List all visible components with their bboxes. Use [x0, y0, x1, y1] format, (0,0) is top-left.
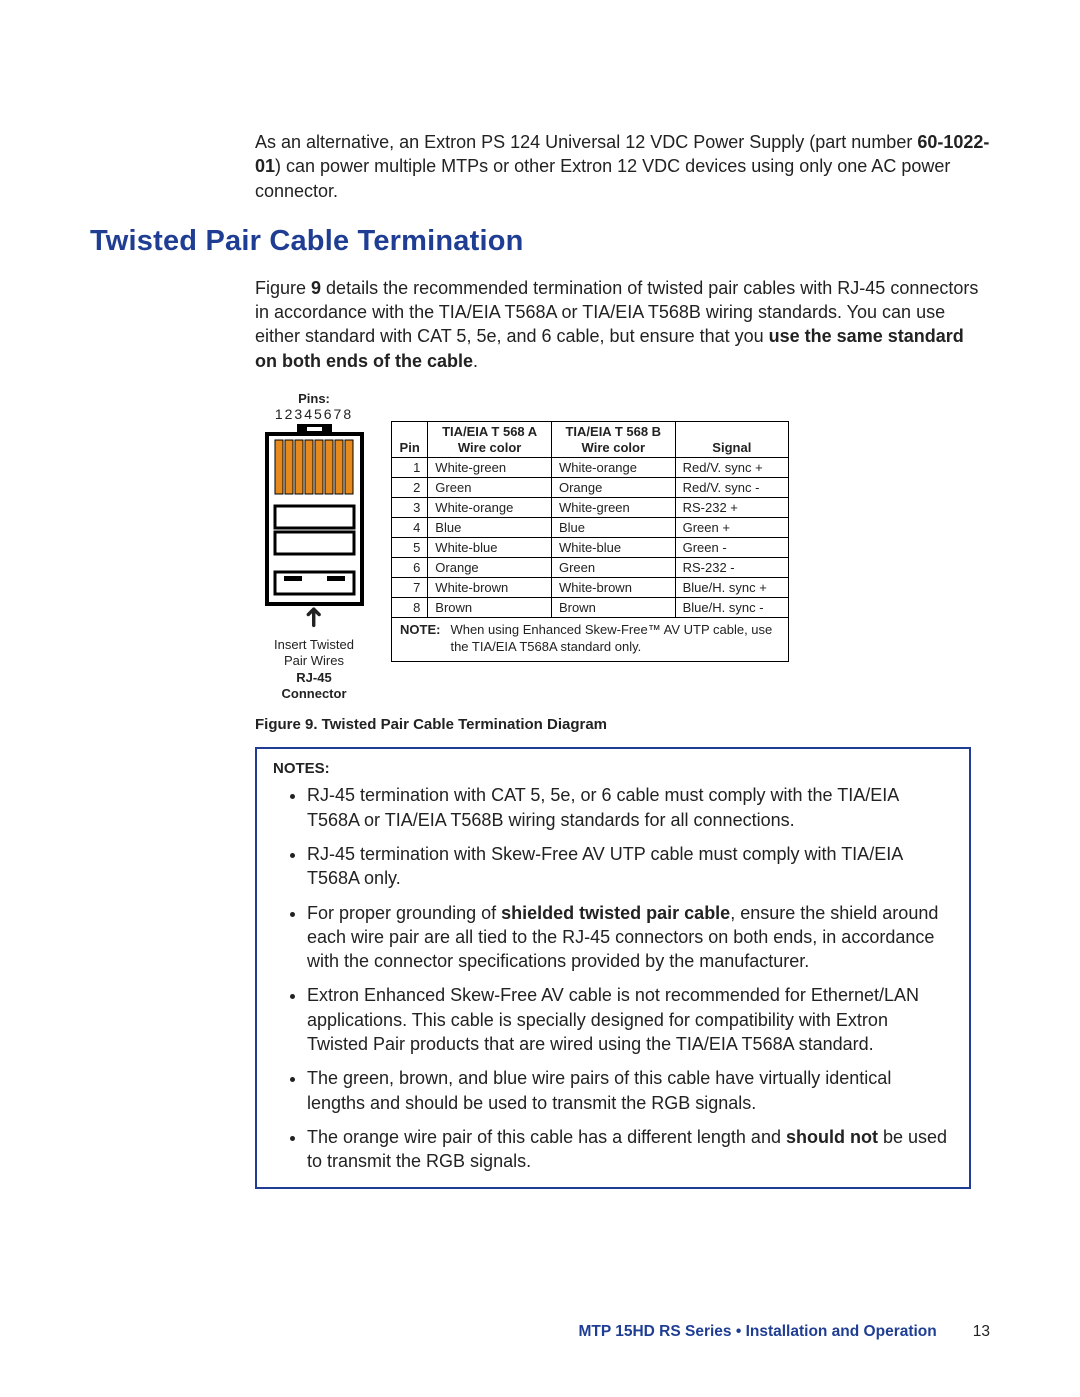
- rj45-icon: [262, 424, 367, 609]
- cell-signal: Blue/H. sync +: [675, 578, 788, 598]
- notes-box: NOTES: RJ-45 termination with CAT 5, 5e,…: [255, 747, 971, 1189]
- cell-568a: Brown: [428, 598, 552, 618]
- th-signal: Signal: [675, 422, 788, 458]
- cell-568b: Brown: [551, 598, 675, 618]
- list-item: The green, brown, and blue wire pairs of…: [307, 1066, 953, 1115]
- table-note-label: NOTE:: [400, 622, 440, 655]
- table-row: 2GreenOrangeRed/V. sync -: [392, 478, 789, 498]
- table-row: 1White-greenWhite-orangeRed/V. sync +: [392, 458, 789, 478]
- cell-568a: Blue: [428, 518, 552, 538]
- cell-pin: 8: [392, 598, 428, 618]
- intro-paragraph: As an alternative, an Extron PS 124 Univ…: [255, 130, 990, 203]
- table-note-text: When using Enhanced Skew-Free™ AV UTP ca…: [450, 622, 780, 655]
- footer-page-number: 13: [973, 1323, 990, 1341]
- figure-caption: Figure 9. Twisted Pair Cable Termination…: [255, 716, 990, 733]
- section-intro: Figure 9 details the recommended termina…: [255, 276, 990, 373]
- table-row: 7White-brownWhite-brownBlue/H. sync +: [392, 578, 789, 598]
- cell-signal: Green +: [675, 518, 788, 538]
- table-header-row: Pin TIA/EIA T 568 AWire color TIA/EIA T …: [392, 422, 789, 458]
- intro-text-b: ) can power multiple MTPs or other Extro…: [255, 156, 950, 200]
- footer-doc-title: MTP 15HD RS Series • Installation and Op…: [578, 1323, 936, 1341]
- th-568b: TIA/EIA T 568 BWire color: [551, 422, 675, 458]
- cell-pin: 1: [392, 458, 428, 478]
- page-footer: MTP 15HD RS Series • Installation and Op…: [578, 1323, 990, 1341]
- table-row: 3White-orangeWhite-greenRS-232 +: [392, 498, 789, 518]
- cell-568b: White-orange: [551, 458, 675, 478]
- cell-568b: Green: [551, 558, 675, 578]
- rj45-caption: Insert Twisted Pair Wires RJ-45 Connecto…: [274, 637, 354, 702]
- pins-numbers: 12345678: [275, 406, 353, 422]
- cell-pin: 5: [392, 538, 428, 558]
- th-568a: TIA/EIA T 568 AWire color: [428, 422, 552, 458]
- table-row: 6OrangeGreenRS-232 -: [392, 558, 789, 578]
- cell-pin: 7: [392, 578, 428, 598]
- table-row: 4BlueBlueGreen +: [392, 518, 789, 538]
- cell-568a: White-blue: [428, 538, 552, 558]
- cell-pin: 2: [392, 478, 428, 498]
- cell-568a: White-orange: [428, 498, 552, 518]
- table-row: 5White-blueWhite-blueGreen -: [392, 538, 789, 558]
- cell-signal: Red/V. sync -: [675, 478, 788, 498]
- figure-block: Pins: 12345678: [255, 391, 990, 702]
- list-item: For proper grounding of shielded twisted…: [307, 901, 953, 974]
- cell-568a: White-brown: [428, 578, 552, 598]
- pins-label: Pins:: [298, 391, 330, 406]
- cell-pin: 6: [392, 558, 428, 578]
- cell-pin: 3: [392, 498, 428, 518]
- cell-568b: White-blue: [551, 538, 675, 558]
- cell-568a: Green: [428, 478, 552, 498]
- intro-text-a: As an alternative, an Extron PS 124 Univ…: [255, 132, 917, 152]
- document-page: As an alternative, an Extron PS 124 Univ…: [0, 0, 1080, 1397]
- table-row: 8BrownBrownBlue/H. sync -: [392, 598, 789, 618]
- notes-label: NOTES:: [273, 759, 953, 779]
- cell-signal: RS-232 +: [675, 498, 788, 518]
- wiring-table-wrapper: Pin TIA/EIA T 568 AWire color TIA/EIA T …: [391, 421, 789, 662]
- list-item: The orange wire pair of this cable has a…: [307, 1125, 953, 1174]
- wiring-table: Pin TIA/EIA T 568 AWire color TIA/EIA T …: [391, 421, 789, 618]
- cell-568b: Orange: [551, 478, 675, 498]
- cell-pin: 4: [392, 518, 428, 538]
- section-heading: Twisted Pair Cable Termination: [90, 225, 990, 258]
- arrow-up-icon: ➜: [300, 605, 328, 628]
- list-item: RJ-45 termination with CAT 5, 5e, or 6 c…: [307, 783, 953, 832]
- rj45-connector-diagram: Pins: 12345678: [255, 391, 373, 702]
- list-item: Extron Enhanced Skew-Free AV cable is no…: [307, 983, 953, 1056]
- cell-signal: Red/V. sync +: [675, 458, 788, 478]
- cell-signal: Blue/H. sync -: [675, 598, 788, 618]
- table-note: NOTE: When using Enhanced Skew-Free™ AV …: [391, 618, 789, 662]
- cell-568a: Orange: [428, 558, 552, 578]
- cell-568b: Blue: [551, 518, 675, 538]
- cell-568b: White-brown: [551, 578, 675, 598]
- cell-signal: RS-232 -: [675, 558, 788, 578]
- list-item: RJ-45 termination with Skew-Free AV UTP …: [307, 842, 953, 891]
- cell-signal: Green -: [675, 538, 788, 558]
- cell-568a: White-green: [428, 458, 552, 478]
- cell-568b: White-green: [551, 498, 675, 518]
- th-pin: Pin: [392, 422, 428, 458]
- notes-list: RJ-45 termination with CAT 5, 5e, or 6 c…: [273, 783, 953, 1173]
